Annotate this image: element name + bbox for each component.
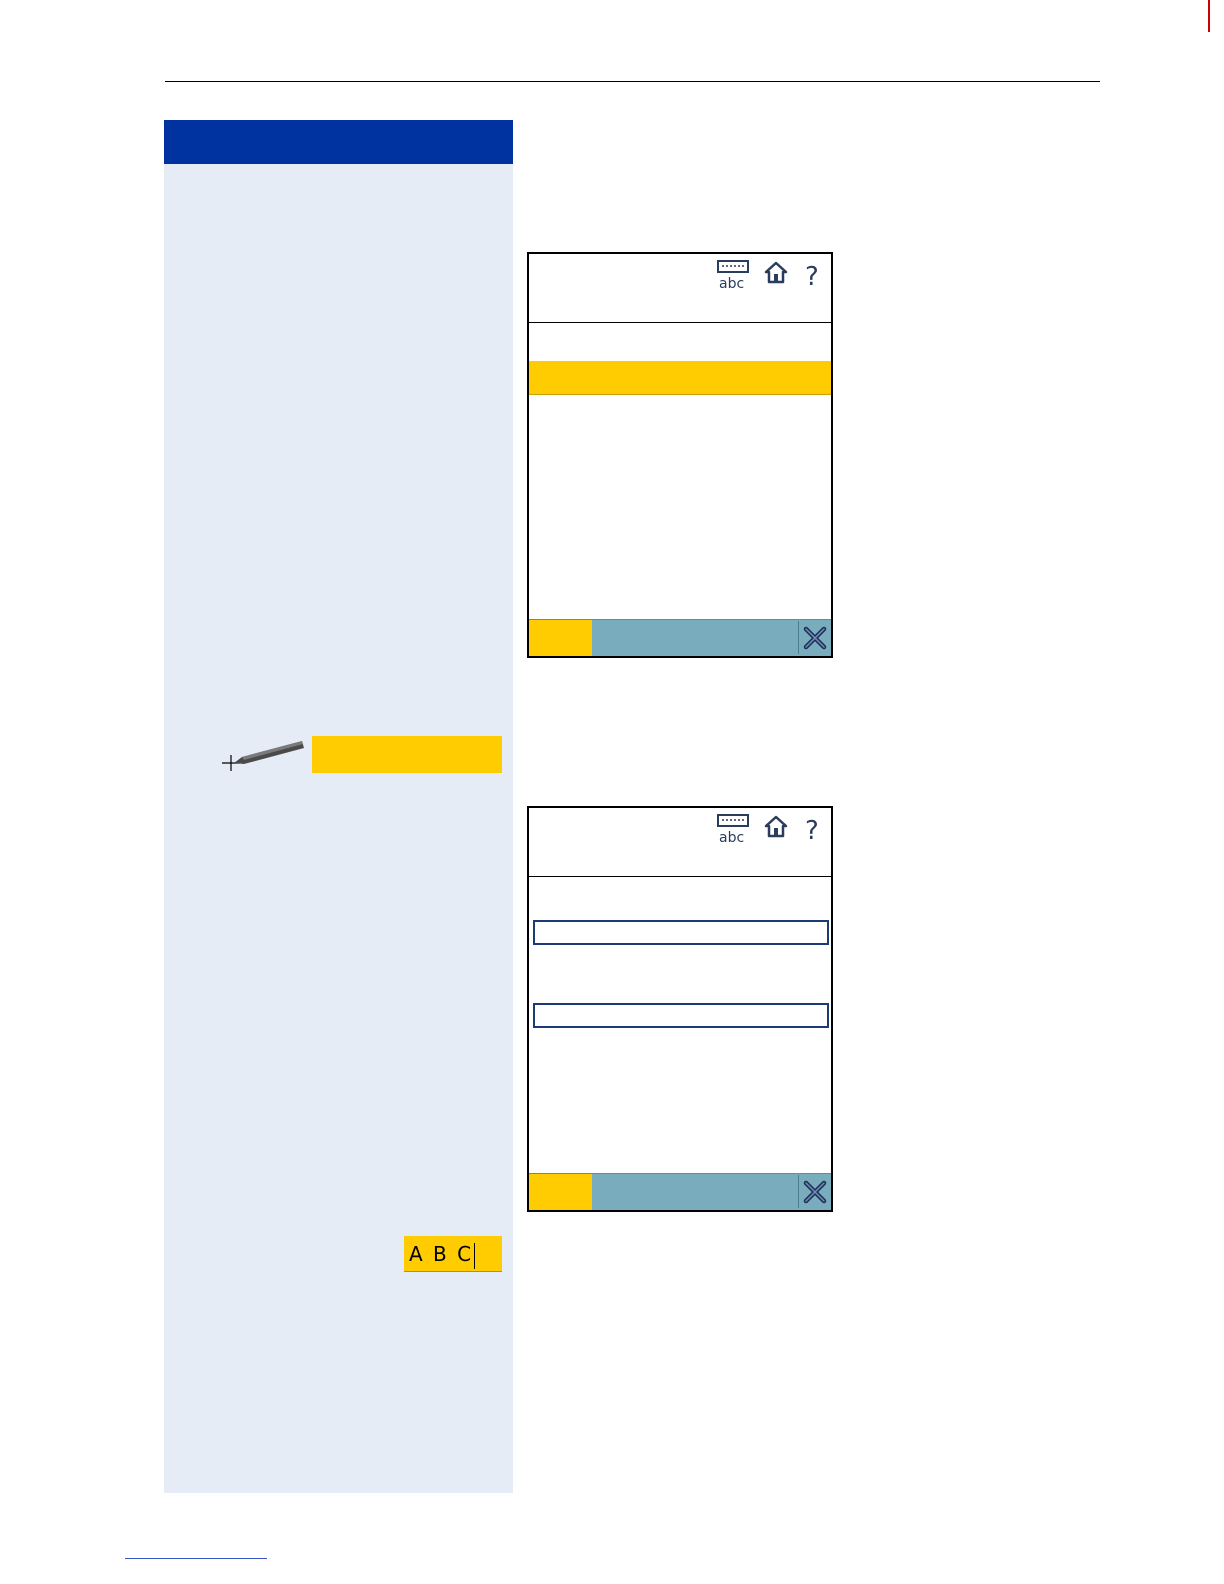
selected-list-row[interactable] [529, 361, 831, 395]
softkey-ok-button[interactable] [529, 1174, 592, 1210]
softkey-bar [529, 619, 831, 656]
svg-text:abc: abc [719, 276, 744, 290]
footer-link-underline [125, 1558, 267, 1559]
text-cursor [474, 1242, 476, 1269]
page-edge-mark [1208, 0, 1210, 32]
svg-text:?: ? [805, 816, 819, 844]
home-icon[interactable] [763, 814, 789, 840]
step-sidebar [164, 120, 513, 1493]
close-button[interactable] [798, 621, 831, 654]
help-icon[interactable]: ? [803, 260, 823, 290]
phone-screen-list: abc ? [527, 252, 833, 658]
text-entry-field: A B C [404, 1236, 502, 1272]
close-x-icon [803, 1180, 827, 1204]
status-bar: abc ? [529, 808, 831, 877]
tap-target-label [312, 736, 502, 773]
phone-screen-input: abc ? [527, 806, 833, 1212]
keyboard-abc-icon[interactable]: abc [717, 814, 751, 844]
status-bar: abc ? [529, 254, 831, 323]
input-field-2[interactable] [533, 1003, 829, 1028]
stylus-icon [222, 741, 304, 771]
help-icon[interactable]: ? [803, 814, 823, 844]
keyboard-abc-icon[interactable]: abc [717, 260, 751, 290]
text-entry-value: A B C [409, 1242, 474, 1266]
close-button[interactable] [798, 1175, 831, 1208]
home-icon[interactable] [763, 260, 789, 286]
softkey-bar [529, 1173, 831, 1210]
input-field-1[interactable] [533, 920, 829, 945]
softkey-ok-button[interactable] [529, 620, 592, 656]
sidebar-header-bar [164, 120, 513, 164]
svg-text:abc: abc [719, 830, 744, 844]
svg-text:?: ? [805, 262, 819, 290]
header-rule [165, 81, 1100, 82]
close-x-icon [803, 626, 827, 650]
